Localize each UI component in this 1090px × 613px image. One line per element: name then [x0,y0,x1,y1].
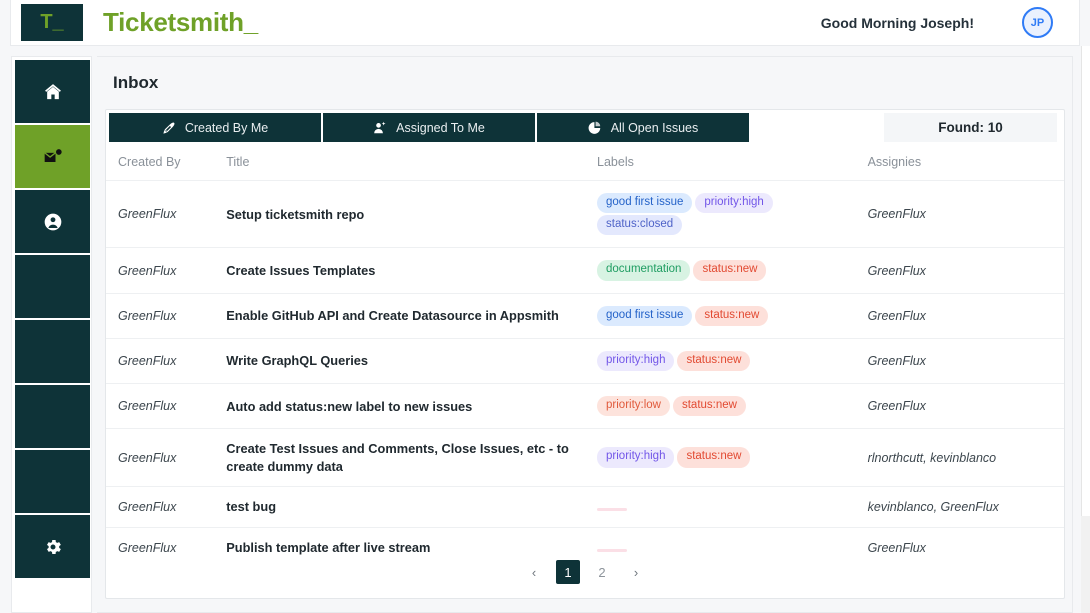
cell-labels: priority:high status:new [597,338,868,383]
label-chip[interactable]: priority:low [597,396,670,417]
cell-labels: documentation status:new [597,248,868,293]
label-chip-empty [597,508,628,512]
cell-created-by: GreenFlux [118,450,177,465]
label-chip[interactable]: status:new [677,447,751,468]
column-header-labels[interactable]: Labels [597,142,868,181]
label-chip-empty [597,549,628,553]
issues-card: Created By Me Assigned To Me All Open Is… [105,109,1065,599]
label-chip[interactable]: priority:high [597,447,675,468]
gear-icon [43,537,63,557]
label-chip[interactable]: priority:high [597,350,675,372]
cell-assignies: rlnorthcutt, kevinblanco [867,450,997,465]
column-header-assignies[interactable]: Assignies [868,142,1064,181]
cell-labels: priority:low status:new [597,384,868,429]
table-row[interactable]: GreenFlux Auto add status:new label to ne… [106,383,1064,429]
main-content: Inbox Created By Me Assigned To Me All O… [97,56,1073,613]
cell-labels: priority:high status:new [597,429,868,487]
tab-assigned-to-me[interactable]: Assigned To Me [323,113,537,142]
sidebar-item-blank-4[interactable] [15,450,90,513]
cell-created-by: GreenFlux [118,499,177,514]
table-header-row: Created By Title Labels Assignies [106,142,1064,181]
page-scrollbar-thumb[interactable] [1081,46,1090,516]
tab-spacer [751,113,884,142]
cell-created-by: GreenFlux [118,353,177,368]
greeting-text: Good Morning Joseph! [820,14,974,31]
table-row[interactable]: GreenFlux Write GraphQL Queries priority:h… [106,338,1064,383]
table-head: Created By Title Labels Assignies [106,142,1064,181]
cell-created-by: GreenFlux [118,207,177,222]
table-row[interactable]: GreenFlux Setup ticketsmith repo good firs… [106,180,1064,248]
page-title: Inbox [113,73,159,92]
pagination-page-1[interactable]: 1 [556,560,580,584]
sidebar-item-home[interactable] [15,60,90,123]
table-body: GreenFlux Setup ticketsmith repo good firs… [106,180,1064,568]
tab-label: All Open Issues [610,120,699,135]
cell-title[interactable]: Setup ticketsmith repo [226,181,597,248]
inbox-icon [43,147,63,167]
sidebar-item-blank-3[interactable] [15,385,90,448]
table-row[interactable]: GreenFlux Create Test Issues and Comments… [106,428,1064,487]
label-chip[interactable]: documentation [597,260,691,281]
app-brand-title: Ticketsmith_ [103,7,258,37]
label-chip[interactable]: status:new [693,260,767,281]
label-chip[interactable]: priority:high [695,193,773,214]
cell-assignies: GreenFlux [867,399,926,414]
label-chip[interactable]: status:new [695,305,769,326]
table-row[interactable]: GreenFlux Create Issues Templates document… [106,247,1064,293]
table-row[interactable]: GreenFlux test bug kevinblanco, GreenFlux [106,486,1064,527]
app-logo[interactable]: T_ [21,4,83,41]
user-icon [43,212,63,232]
cell-assignies: kevinblanco, GreenFlux [867,499,999,514]
cell-labels: good first issue priority:high status:clos… [597,181,868,248]
cell-title[interactable]: Create Test Issues and Comments, Close I… [226,429,597,487]
cell-assignies: GreenFlux [867,207,926,222]
logo-mark-text: T_ [40,11,64,33]
cell-labels: good first issue status:new [597,293,868,338]
avatar[interactable]: JP [1022,7,1053,38]
label-chip[interactable]: good first issue [597,193,693,214]
user-plus-icon [373,121,387,135]
cell-assignies: GreenFlux [867,353,926,368]
tab-bar: Created By Me Assigned To Me All Open Is… [109,113,1061,142]
pagination-next[interactable]: › [624,560,648,584]
avatar-initials: JP [1030,16,1045,29]
label-chip[interactable]: status:new [677,350,751,372]
pagination: ‹ 1 2 › [106,560,1064,584]
sidebar [11,56,92,613]
sidebar-item-inbox[interactable] [15,125,90,188]
sidebar-item-blank-1[interactable] [15,255,90,318]
label-chip[interactable]: good first issue [597,305,693,326]
cell-labels [597,486,868,527]
sidebar-item-profile[interactable] [15,190,90,253]
cell-assignies: GreenFlux [867,263,926,278]
cell-title[interactable]: Create Issues Templates [226,248,597,293]
cell-created-by: GreenFlux [118,263,177,278]
column-header-created-by[interactable]: Created By [106,142,226,181]
pagination-prev[interactable]: ‹ [522,560,546,584]
cell-created-by: GreenFlux [118,308,177,323]
pen-nib-icon [162,121,176,135]
cell-title[interactable]: Auto add status:new label to new issues [226,384,597,429]
cell-created-by: GreenFlux [118,399,177,414]
tab-label: Assigned To Me [396,120,485,135]
sidebar-item-blank-2[interactable] [15,320,90,383]
issues-table: Created By Title Labels Assignies GreenF… [106,142,1064,568]
sidebar-item-settings[interactable] [15,515,90,578]
home-icon [43,82,63,102]
tab-created-by-me[interactable]: Created By Me [109,113,323,142]
pagination-page-2[interactable]: 2 [590,560,614,584]
label-chip[interactable]: status:closed [597,215,683,236]
tab-all-open-issues[interactable]: All Open Issues [537,113,751,142]
cell-title[interactable]: Enable GitHub API and Create Datasource … [226,293,597,338]
label-chip[interactable]: status:new [672,396,746,417]
app-header: T_ Ticketsmith_ Good Morning Joseph! JP [10,0,1080,46]
tab-label: Created By Me [184,120,269,135]
cell-assignies: GreenFlux [867,308,926,323]
pie-chart-icon [588,121,602,135]
found-count-badge: Found: 10 [884,113,1057,142]
table-row[interactable]: GreenFlux Enable GitHub API and Create Da… [106,293,1064,338]
cell-title[interactable]: Write GraphQL Queries [226,338,597,383]
cell-title[interactable]: test bug [226,486,597,527]
column-header-title[interactable]: Title [226,142,597,181]
